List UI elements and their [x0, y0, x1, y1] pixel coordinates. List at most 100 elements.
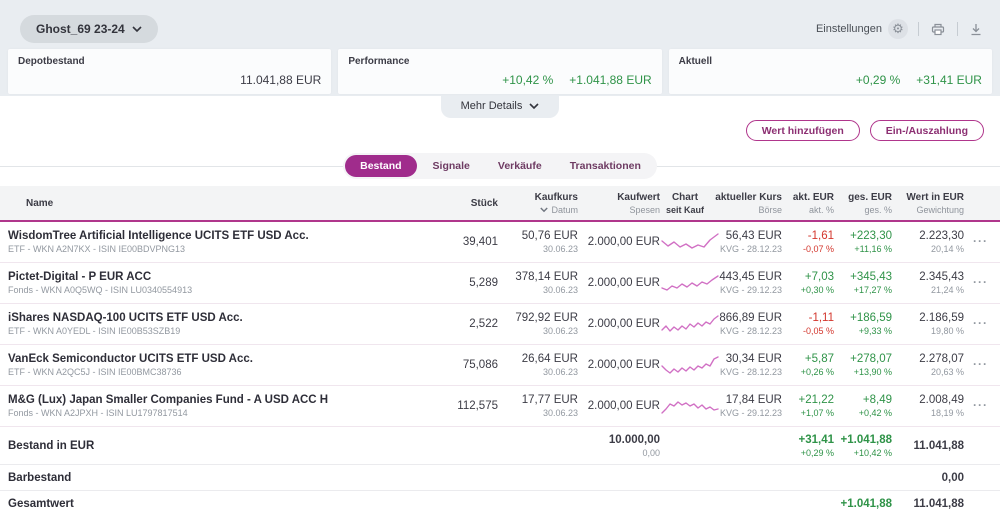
add-value-button[interactable]: Wert hinzufügen [745, 120, 860, 141]
position-chart-cell[interactable] [660, 313, 719, 335]
position-wert: 2.186,59 [919, 312, 964, 324]
position-row[interactable]: VanEck Semiconductor UCITS ETF USD Acc. … [0, 345, 1000, 386]
position-ges-eur: +345,43 [850, 271, 892, 283]
card-aktuell-label: Aktuell [678, 56, 712, 67]
tab-strip: Bestand Signale Verkäufe Transaktionen [343, 153, 657, 179]
download-button[interactable] [968, 21, 984, 38]
more-details-button[interactable]: Mehr Details [440, 96, 560, 118]
position-kaufkurs-cell: 50,76 EUR 30.06.23 [498, 229, 578, 255]
position-chart-cell[interactable] [660, 354, 719, 376]
summary-barbestand-row: Barbestand 0,00 [0, 465, 1000, 491]
position-name-cell[interactable]: iShares NASDAQ-100 UCITS ETF USD Acc. ET… [8, 311, 436, 337]
position-row[interactable]: M&G (Lux) Japan Smaller Companies Fund -… [0, 386, 1000, 427]
position-chart-cell[interactable] [660, 395, 719, 417]
position-boerse: KVG - 29.12.23 [719, 408, 782, 418]
card-aktuell-value: +31,41 EUR [916, 73, 982, 87]
position-akt-cell: +21,22 +1,07 % [782, 393, 835, 419]
card-aktuell-pct: +0,29 % [855, 73, 901, 87]
card-aktuell: Aktuell +0,29 % +31,41 EUR [668, 49, 992, 94]
position-identifiers: Fonds - WKN A0Q5WQ - ISIN LU0340554913 [8, 285, 193, 295]
position-ges-pct: +13,90 % [853, 367, 892, 377]
barbestand-label: Barbestand [8, 471, 72, 484]
download-icon [971, 23, 981, 35]
col-stueck-label: Stück [470, 197, 498, 209]
position-row[interactable]: Pictet-Digital - P EUR ACC Fonds - WKN A… [0, 263, 1000, 304]
row-menu-icon[interactable]: ··· [973, 235, 988, 247]
col-stueck: Stück [436, 197, 498, 210]
settings-label: Einstellungen [815, 23, 882, 35]
col-kaufkurs-sublabel: Datum [551, 204, 578, 215]
position-kaufwert: 2.000,00 EUR [587, 359, 660, 371]
card-performance-pct: +10,42 % [502, 73, 554, 87]
gear-icon: ⚙ [888, 19, 908, 39]
position-wert-cell: 2.223,30 20,14 % [892, 229, 964, 255]
position-kurs: 443,45 EUR [719, 271, 782, 283]
separator [957, 22, 958, 36]
position-name-cell[interactable]: Pictet-Digital - P EUR ACC Fonds - WKN A… [8, 270, 436, 296]
position-kurs-cell: 17,84 EUR KVG - 29.12.23 [710, 393, 782, 419]
col-chart-sublabel: seit Kauf [665, 204, 704, 215]
position-name: iShares NASDAQ-100 UCITS ETF USD Acc. [8, 312, 243, 324]
col-kurs-sublabel: Börse [758, 204, 782, 215]
position-ges-eur: +223,30 [850, 230, 892, 242]
settings-button[interactable]: Einstellungen ⚙ [816, 19, 908, 39]
summary-akt-eur: +31,41 [798, 433, 835, 446]
col-kaufwert-sublabel: Spesen [629, 204, 660, 215]
col-kaufkurs-sort[interactable]: Kaufkurs Datum [498, 191, 578, 216]
position-akt-cell: -1,11 -0,05 % [782, 311, 834, 337]
col-wert-sublabel: Gewichtung [916, 204, 964, 215]
position-row[interactable]: WisdomTree Artificial Intelligence UCITS… [0, 222, 1000, 263]
position-row[interactable]: iShares NASDAQ-100 UCITS ETF USD Acc. ET… [0, 304, 1000, 345]
position-boerse: KVG - 28.12.23 [719, 326, 782, 336]
position-kurs: 17,84 EUR [725, 394, 782, 406]
position-chart-cell[interactable] [660, 272, 719, 294]
row-menu-icon[interactable]: ··· [973, 317, 988, 329]
position-kaufwert-cell: 2.000,00 EUR [578, 276, 660, 290]
position-ges-cell: +278,07 +13,90 % [834, 352, 892, 378]
position-wert: 2.345,43 [919, 271, 964, 283]
col-name: Name [8, 197, 436, 210]
gesamtwert-label: Gesamtwert [8, 497, 74, 510]
position-name: M&G (Lux) Japan Smaller Companies Fund -… [8, 394, 329, 406]
col-akt: akt. EUR akt. % [782, 191, 834, 216]
col-akt-sublabel: akt. % [808, 204, 834, 215]
col-kurs: aktueller Kurs Börse [710, 191, 782, 216]
tab-verkaeufe[interactable]: Verkäufe [486, 155, 554, 177]
payment-button[interactable]: Ein-/Auszahlung [869, 120, 984, 141]
position-kaufdatum: 30.06.23 [542, 408, 578, 418]
col-kaufkurs-label: Kaufkurs [534, 191, 578, 203]
position-stueck: 75,086 [462, 359, 498, 371]
depot-page: Ghost_69 23-24 Einstellungen ⚙ Depotbest… [0, 0, 1000, 510]
position-name-cell[interactable]: VanEck Semiconductor UCITS ETF USD Acc. … [8, 352, 436, 378]
depot-selector[interactable]: Ghost_69 23-24 [20, 15, 158, 43]
position-chart-cell[interactable] [660, 231, 719, 253]
position-kaufwert: 2.000,00 EUR [587, 400, 660, 412]
tab-transaktionen[interactable]: Transaktionen [558, 155, 653, 177]
position-stueck-cell: 75,086 [436, 358, 498, 372]
position-ges-pct: +0,42 % [858, 408, 892, 418]
col-kaufwert: Kaufwert Spesen [578, 191, 660, 216]
position-name-cell[interactable]: WisdomTree Artificial Intelligence UCITS… [8, 229, 436, 255]
position-name: VanEck Semiconductor UCITS ETF USD Acc. [8, 353, 253, 365]
position-kaufkurs: 50,76 EUR [521, 230, 578, 242]
row-menu-icon[interactable]: ··· [973, 399, 988, 411]
position-akt-cell: +7,03 +0,30 % [782, 270, 834, 296]
sort-chevron-down-icon [540, 206, 549, 212]
row-menu-icon[interactable]: ··· [973, 276, 988, 288]
tab-bestand[interactable]: Bestand [345, 155, 417, 177]
position-kurs-cell: 56,43 EUR KVG - 28.12.23 [710, 229, 782, 255]
position-name-cell[interactable]: M&G (Lux) Japan Smaller Companies Fund -… [8, 393, 436, 419]
row-menu-icon[interactable]: ··· [973, 358, 988, 370]
hero-section: Ghost_69 23-24 Einstellungen ⚙ Depotbest… [0, 0, 1000, 96]
table-header-row: Name Stück Kaufkurs Datum Kaufwert Spese… [0, 186, 1000, 222]
position-ges-pct: +9,33 % [858, 326, 892, 336]
print-button[interactable] [929, 21, 947, 38]
position-kaufkurs-cell: 378,14 EUR 30.06.23 [498, 270, 578, 296]
position-akt-pct: -0,05 % [802, 326, 834, 336]
position-name: Pictet-Digital - P EUR ACC [8, 271, 152, 283]
position-akt-cell: -1,61 -0,07 % [782, 229, 834, 255]
printer-icon [931, 23, 945, 35]
tab-signale[interactable]: Signale [421, 155, 482, 177]
position-gewichtung: 20,63 % [930, 367, 964, 377]
position-kaufkurs-cell: 17,77 EUR 30.06.23 [498, 393, 578, 419]
